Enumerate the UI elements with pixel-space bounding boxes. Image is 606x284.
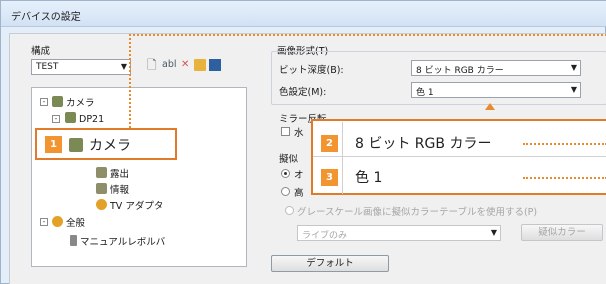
mirror-check-label: 水 <box>294 128 304 139</box>
window-title: デバイスの設定 <box>11 12 81 23</box>
delete-icon[interactable]: ✕ <box>181 59 193 71</box>
radio-option-2[interactable] <box>281 187 290 196</box>
callout-2-badge: 2 <box>321 135 338 152</box>
chevron-down-icon: ▼ <box>120 62 127 71</box>
bit-depth-label: ビット深度(B): <box>279 65 344 76</box>
config-combo[interactable]: TEST ▼ <box>31 59 131 75</box>
guide-line <box>129 34 606 36</box>
callout-panel: 2 8 ビット RGB カラー 3 色 1 <box>311 119 606 195</box>
chevron-down-icon: ▼ <box>490 228 497 237</box>
open-folder-icon[interactable] <box>194 59 206 71</box>
guide-line <box>129 34 131 128</box>
camera-icon <box>96 183 107 194</box>
general-icon <box>52 216 63 227</box>
grayscale-label: グレースケール画像に擬似カラーテーブルを使用する(P) <box>297 207 538 218</box>
radio-option-1[interactable] <box>281 169 290 178</box>
guide-line <box>523 143 606 145</box>
new-document-icon[interactable]: 🗋 <box>147 59 159 71</box>
tree-item-tv-adapter[interactable]: TV アダプタ <box>96 198 163 212</box>
camera-icon <box>69 138 83 152</box>
revolver-icon <box>70 235 77 246</box>
config-section-label: 構成 <box>31 46 51 57</box>
save-icon[interactable] <box>209 59 221 71</box>
tree-item-info[interactable]: 情報 <box>96 182 129 196</box>
callout-1-badge: 1 <box>45 136 62 153</box>
callout-3-badge: 3 <box>321 169 338 186</box>
camera-icon <box>96 167 107 178</box>
tree-item-dp21[interactable]: DP21 <box>65 112 104 125</box>
radio-option-2-label: 高 <box>294 188 304 199</box>
rename-button-label[interactable]: abl <box>162 59 177 70</box>
settings-tree: - カメラ - DP21 露出 情報 TV アダプタ - 全般 マニュアルレボル… <box>31 87 247 267</box>
live-combo-value: ライブのみ <box>302 231 348 241</box>
camera-icon <box>65 112 76 123</box>
pointer-arrow-icon <box>485 103 495 110</box>
chevron-down-icon: ▼ <box>570 63 577 72</box>
title-bar: デバイスの設定 <box>1 1 606 27</box>
guide-line <box>523 177 606 179</box>
collapse-icon[interactable]: - <box>40 98 48 106</box>
color-setting-label: 色設定(M): <box>279 87 327 98</box>
color-setting-combo[interactable]: 色 1 ▼ <box>411 82 581 98</box>
grayscale-radio[interactable] <box>285 206 294 215</box>
tree-item-manual-revolver[interactable]: マニュアルレボルバ <box>70 234 165 248</box>
default-button[interactable]: デフォルト <box>271 255 389 272</box>
config-combo-value: TEST <box>36 62 59 72</box>
live-combo[interactable]: ライブのみ ▼ <box>297 225 501 241</box>
pseudo-color-button[interactable]: 疑似カラー <box>521 224 603 241</box>
bit-depth-value: 8 ビット RGB カラー <box>416 66 504 76</box>
tree-item-general[interactable]: 全般 <box>52 215 85 229</box>
callout-1-text: カメラ <box>89 138 131 154</box>
camera-icon <box>52 96 63 107</box>
mirror-checkbox[interactable] <box>281 127 290 136</box>
device-settings-window: デバイスの設定 構成 TEST ▼ 🗋 abl ✕ - カメラ - DP21 露… <box>0 0 606 284</box>
chevron-down-icon: ▼ <box>570 85 577 94</box>
tree-item-root-camera[interactable]: カメラ <box>52 95 95 109</box>
divider <box>313 156 606 157</box>
collapse-icon[interactable]: - <box>52 115 60 123</box>
radio-option-1-label: オ <box>294 170 304 181</box>
pseudo-color-label: 擬似 <box>279 154 299 165</box>
tree-item-exposure[interactable]: 露出 <box>96 166 129 180</box>
callout-3-text: 色 1 <box>355 170 383 186</box>
callout-1: 1 カメラ <box>35 128 177 160</box>
color-setting-value: 色 1 <box>416 88 434 98</box>
collapse-icon[interactable]: - <box>40 218 48 226</box>
callout-2-text: 8 ビット RGB カラー <box>355 136 492 152</box>
adapter-icon <box>96 199 107 210</box>
divider <box>342 122 343 194</box>
bit-depth-combo[interactable]: 8 ビット RGB カラー ▼ <box>411 60 581 76</box>
